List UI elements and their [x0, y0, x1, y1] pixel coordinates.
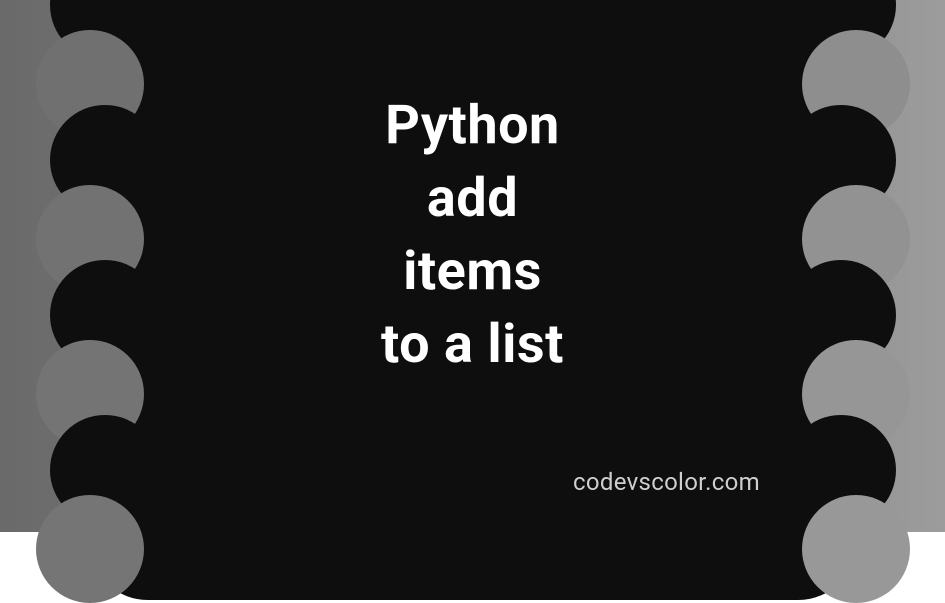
blob-notch [802, 495, 910, 603]
title-line-2: add [381, 163, 564, 236]
title-line-3: items [381, 236, 564, 309]
blob-notch [36, 495, 144, 603]
title-line-1: Python [381, 90, 564, 163]
watermark-text: codevscolor.com [573, 468, 760, 496]
banner-title: Python add items to a list [381, 90, 564, 382]
title-line-4: to a list [381, 309, 564, 382]
banner-canvas: Python add items to a list codevscolor.c… [0, 0, 945, 532]
